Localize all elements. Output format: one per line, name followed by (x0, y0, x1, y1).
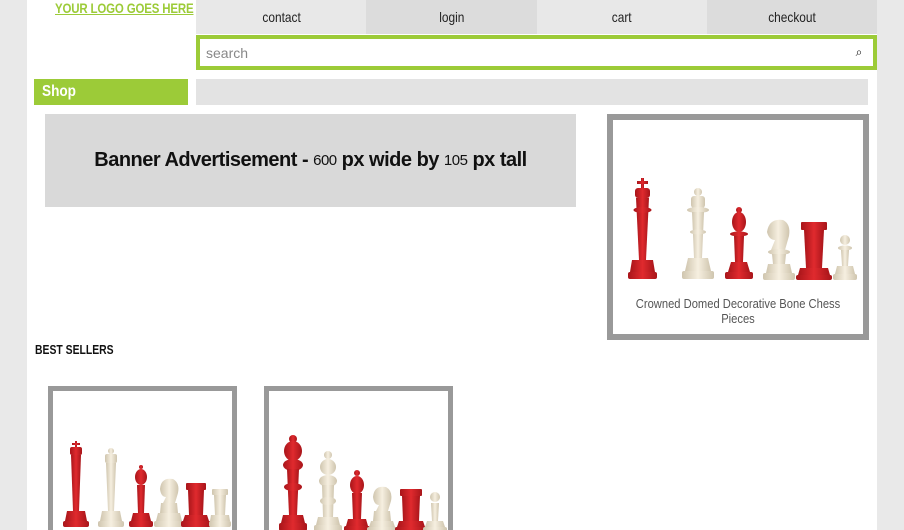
best-sellers-heading: BEST SELLERS (35, 342, 133, 357)
nav-checkout[interactable]: checkout (706, 0, 877, 34)
chess-pieces-image (628, 178, 857, 280)
banner-prefix: Banner Advertisement - (94, 149, 309, 171)
nav-contact[interactable]: contact (196, 0, 367, 34)
banner-advertisement[interactable]: Banner Advertisement - 600 px wide by 10… (45, 114, 576, 207)
shop-heading-text: Shop (42, 83, 76, 100)
bone-knight-piece (367, 486, 397, 530)
nav-contact-label: contact (261, 9, 301, 25)
page-container: YOUR LOGO GOES HERE contact login cart c… (27, 0, 877, 530)
banner-px-wide-by: px wide by (341, 149, 440, 171)
shop-bar (196, 79, 868, 105)
bone-pawn-piece (423, 492, 447, 530)
bone-knight-piece (763, 219, 795, 280)
nav-login-label: login (438, 9, 464, 25)
featured-product[interactable]: Crowned Domed Decorative Bone Chess Piec… (607, 114, 869, 340)
site-logo-link[interactable]: YOUR LOGO GOES HERE (55, 0, 194, 16)
red-rook-piece (181, 483, 211, 527)
bone-pawn-piece (833, 235, 857, 280)
featured-caption: Crowned Domed Decorative Bone Chess Piec… (613, 296, 863, 326)
top-navigation: contact login cart checkout (196, 0, 877, 34)
bone-rook-piece (209, 489, 231, 527)
best-sellers-heading-text: BEST SELLERS (35, 342, 114, 357)
banner-px-tall: px tall (472, 149, 527, 171)
search-box: ⌕ (200, 39, 873, 66)
search-bar: ⌕ (196, 35, 877, 70)
bone-king-piece (98, 448, 124, 527)
product-image (279, 435, 447, 530)
nav-cart-label: cart (611, 9, 632, 25)
featured-caption-text: Crowned Domed Decorative Bone Chess Piec… (635, 296, 841, 326)
search-icon[interactable]: ⌕ (845, 45, 873, 60)
banner-width-value: 600 (313, 152, 337, 169)
red-rook-piece (796, 222, 832, 280)
red-king-piece (63, 441, 89, 527)
red-king-piece (279, 435, 307, 530)
bone-king-piece (682, 188, 714, 279)
red-rook-piece (395, 489, 427, 530)
search-input[interactable] (200, 44, 845, 61)
product-image (63, 441, 231, 527)
bone-queen-piece (314, 451, 342, 530)
red-bishop-piece (344, 470, 370, 530)
shop-heading: Shop (34, 79, 188, 105)
product-card[interactable] (264, 386, 453, 530)
product-card[interactable] (48, 386, 237, 530)
red-bishop-piece (725, 207, 753, 279)
bone-knight-piece (154, 478, 184, 527)
nav-cart[interactable]: cart (536, 0, 707, 34)
red-bishop-piece (129, 465, 153, 527)
nav-login[interactable]: login (366, 0, 537, 34)
nav-checkout-label: checkout (768, 9, 816, 25)
banner-height-value: 105 (443, 152, 468, 169)
red-king-piece (628, 178, 657, 279)
